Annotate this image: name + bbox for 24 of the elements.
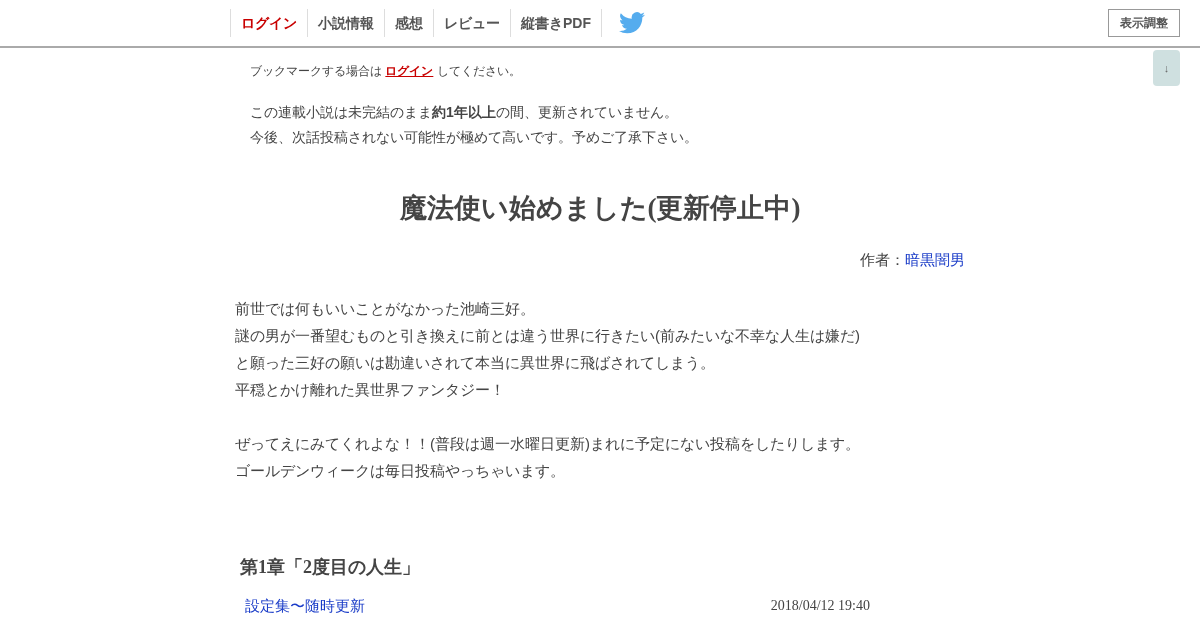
display-settings-button[interactable]: 表示調整	[1108, 9, 1180, 37]
chapter-title: 第1章「2度目の人生」	[239, 556, 421, 579]
bird-icon[interactable]	[619, 12, 645, 34]
scroll-down-button[interactable]: ↓	[1153, 50, 1180, 86]
episode-date: 2018/04/12 19:40	[770, 597, 870, 615]
nav-tab[interactable]: 感想	[384, 9, 433, 37]
nav-tab[interactable]: 縦書きPDF	[510, 9, 601, 37]
episode-link[interactable]: 設定集〜随時更新	[245, 595, 365, 618]
nav-tab[interactable]: レビュー	[433, 9, 510, 37]
synopsis-line: ぜってえにみてくれよな！！(普段は週一水曜日更新)まれに予定にない投稿をしたりします。	[235, 434, 861, 454]
nav-tab[interactable]: ログイン	[230, 9, 307, 37]
synopsis-line: 平穏とかけ離れた異世界ファンタジー！	[235, 380, 506, 400]
author-link[interactable]: 暗黒闇男	[905, 248, 965, 271]
notice-text: この連載小説は未完結のまま約1年以上の間、更新されていません。	[250, 103, 679, 122]
synopsis-line: と願った三好の願いは勘違いされて本当に異世界に飛ばされてしまう。	[235, 353, 716, 373]
synopsis-line: 前世では何もいいことがなかった池崎三好。	[235, 299, 536, 319]
bookmark-notice: ブックマークする場合は ログイン してください。	[249, 63, 522, 80]
synopsis-line: ゴールデンウィークは毎日投稿やっちゃいます。	[235, 461, 566, 481]
nav-tab[interactable]: 小説情報	[307, 9, 384, 37]
author-label: 作者：	[860, 249, 905, 270]
novel-title: 魔法使い始めました(更新停止中)	[398, 192, 802, 225]
login-link[interactable]: ログイン	[385, 64, 434, 78]
synopsis-line: 謎の男が一番望むものと引き換えに前とは違う世界に行きたい(前みたいな不幸な人生は嫌だ)	[235, 326, 861, 346]
notice-text: 今後、次話投稿されない可能性が極めて高いです。予めご了承下さい。	[250, 128, 699, 147]
